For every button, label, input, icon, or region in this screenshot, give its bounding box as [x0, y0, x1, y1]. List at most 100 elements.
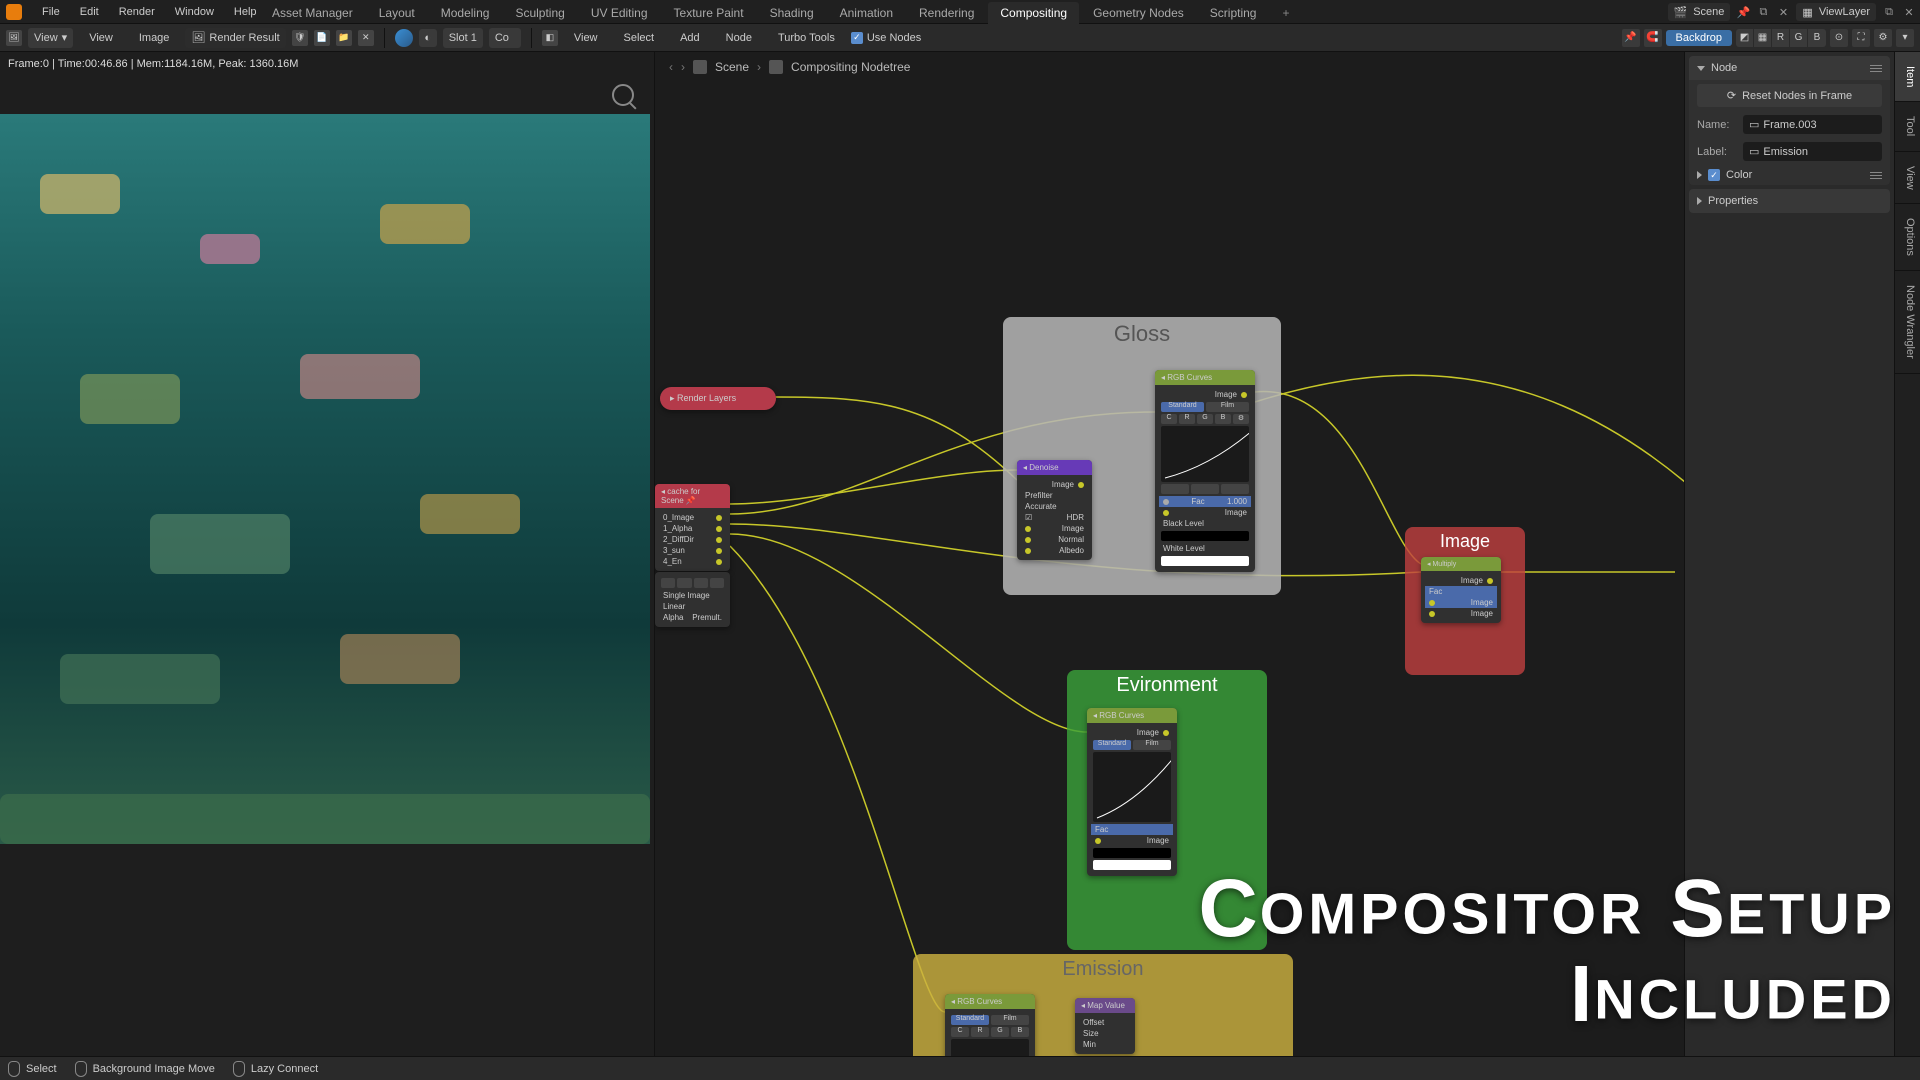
node-env-rgbcurve[interactable]: ◂ RGB Curves Image StandardFilm Fac Imag… [1087, 708, 1177, 876]
node-editor-panel[interactable]: ‹ › Scene › Compositing Nodetree ▸ Rende… [655, 52, 1684, 1056]
workspace-tab-asset-manager[interactable]: Asset Manager [260, 2, 365, 24]
render-result-selector[interactable]: 🖼 Render Result [185, 28, 285, 48]
image-menu[interactable]: Image [129, 26, 180, 50]
workspace-tab-compositing[interactable]: Compositing [988, 2, 1079, 24]
node-header[interactable]: ◂ Map Value [1075, 998, 1135, 1013]
node-input[interactable]: Albedo [1021, 545, 1088, 556]
shield-icon[interactable]: 🛡 [292, 30, 308, 46]
snap-icon[interactable]: 🧲 [1644, 29, 1662, 47]
use-nodes-toggle[interactable]: Use Nodes [851, 32, 921, 44]
close-viewlayer-icon[interactable]: ✕ [1902, 5, 1916, 19]
node-add-menu[interactable]: Add [670, 26, 710, 50]
workspace-tab-rendering[interactable]: Rendering [907, 2, 986, 24]
node-option[interactable]: AlphaPremult. [659, 612, 726, 623]
node-output[interactable]: 2_DiffDir [659, 534, 726, 545]
node-header[interactable]: ◂ Multiply [1421, 557, 1501, 571]
channel-b[interactable]: B [1808, 29, 1826, 47]
node-header[interactable]: ◂ RGB Curves [1087, 708, 1177, 723]
curve-widget[interactable] [1093, 752, 1171, 822]
channel-r[interactable]: R [1772, 29, 1790, 47]
node-editor-icon[interactable]: ◧ [542, 30, 558, 46]
menu-icon[interactable] [1870, 65, 1882, 72]
orientation-icon[interactable] [395, 29, 413, 47]
open-icon[interactable]: 📁 [336, 30, 352, 46]
pin-view-icon[interactable]: 📌 [1622, 29, 1640, 47]
view-menu-2[interactable]: View [79, 26, 123, 50]
breadcrumb-fwd-icon[interactable]: › [681, 60, 685, 74]
workspace-tab-animation[interactable]: Animation [828, 2, 905, 24]
layer-pass[interactable]: Co [489, 28, 521, 48]
copy-viewlayer-icon[interactable]: ⧉ [1882, 5, 1896, 19]
node-emission-mapvalue[interactable]: ◂ Map Value Offset Size Min [1075, 998, 1135, 1054]
pin-icon[interactable]: 📌 [1736, 5, 1750, 19]
node-fac[interactable]: Fac [1091, 824, 1173, 835]
backdrop-toggle[interactable]: Backdrop [1666, 30, 1732, 46]
new-image-icon[interactable]: 📄 [314, 30, 330, 46]
workspace-tab-scripting[interactable]: Scripting [1198, 2, 1269, 24]
channel-g[interactable]: G [1790, 29, 1808, 47]
node-output[interactable]: 4_En [659, 556, 726, 567]
vtab-view[interactable]: View [1895, 152, 1920, 205]
node-field[interactable]: Size [1079, 1028, 1131, 1039]
vtab-item[interactable]: Item [1895, 52, 1920, 102]
node-field[interactable]: Min [1079, 1039, 1131, 1050]
node-input[interactable]: Image [1159, 507, 1251, 518]
viewlayer-selector[interactable]: ▦ ViewLayer [1796, 3, 1876, 21]
workspace-add-button[interactable]: + [1270, 2, 1294, 24]
sidebar-properties-header[interactable]: Properties [1689, 189, 1890, 213]
node-field[interactable]: ☑ HDR [1021, 512, 1088, 523]
slot-selector[interactable]: Slot 1 [443, 28, 483, 48]
overlay-icon[interactable]: ⊙ [1830, 29, 1848, 47]
workspace-tab-sculpting[interactable]: Sculpting [503, 2, 576, 24]
swatch[interactable] [1093, 860, 1171, 870]
dropdown-icon[interactable]: ▾ [1896, 29, 1914, 47]
node-fac[interactable]: Fac [1425, 586, 1497, 597]
pivot-icon[interactable]: ◐ [419, 29, 437, 47]
expand-icon[interactable]: ⛶ [1852, 29, 1870, 47]
node-view-menu[interactable]: View [564, 26, 608, 50]
workspace-tab-texture[interactable]: Texture Paint [662, 2, 756, 24]
breadcrumb-back-icon[interactable]: ‹ [669, 60, 673, 74]
close-scene-icon[interactable]: ✕ [1776, 5, 1790, 19]
white-level-swatch[interactable] [1161, 556, 1249, 566]
swatch[interactable] [1093, 848, 1171, 858]
breadcrumb-scene[interactable]: Scene [715, 60, 749, 74]
node-field[interactable]: Accurate [1021, 501, 1088, 512]
node-output[interactable]: Image [1159, 389, 1251, 400]
workspace-tab-geometry[interactable]: Geometry Nodes [1081, 2, 1196, 24]
node-input[interactable]: Image [1425, 608, 1497, 619]
node-cache[interactable]: ◂ cache for Scene 📌 0_Image 1_Alpha 2_Di… [655, 484, 730, 571]
node-input[interactable]: Normal [1021, 534, 1088, 545]
curve-widget[interactable] [951, 1039, 1029, 1056]
scene-selector[interactable]: 🎬 Scene [1668, 3, 1731, 21]
workspace-tab-layout[interactable]: Layout [367, 2, 427, 24]
vtab-node-wrangler[interactable]: Node Wrangler [1895, 271, 1920, 374]
node-input[interactable]: Image [1425, 597, 1497, 608]
menu-render[interactable]: Render [109, 0, 165, 24]
node-header[interactable]: ◂ RGB Curves [945, 994, 1035, 1009]
menu-edit[interactable]: Edit [70, 0, 109, 24]
view-menu-1[interactable]: View ▾ [28, 28, 73, 48]
node-field[interactable]: Prefilter [1021, 490, 1088, 501]
color-checkbox[interactable] [1708, 169, 1720, 181]
menu-window[interactable]: Window [165, 0, 224, 24]
zoom-icon[interactable] [612, 84, 634, 106]
node-image-layers[interactable]: Single Image Linear AlphaPremult. [655, 572, 730, 627]
black-level-swatch[interactable] [1161, 531, 1249, 541]
chevron-right-icon[interactable] [1697, 171, 1702, 179]
node-emission-rgbcurve[interactable]: ◂ RGB Curves StandardFilm CRGB [945, 994, 1035, 1056]
gear-icon[interactable]: ⚙ [1874, 29, 1892, 47]
use-nodes-checkbox[interactable] [851, 32, 863, 44]
node-rgb-curves[interactable]: ◂ RGB Curves Image StandardFilm CRGB⚙ Fa… [1155, 370, 1255, 572]
node-header[interactable]: ◂ cache for Scene 📌 [655, 484, 730, 508]
node-header[interactable]: ▸ Render Layers [660, 387, 776, 410]
workspace-tab-shading[interactable]: Shading [758, 2, 826, 24]
workspace-tab-uv[interactable]: UV Editing [579, 2, 660, 24]
node-select-menu[interactable]: Select [614, 26, 665, 50]
node-output[interactable]: Image [1091, 727, 1173, 738]
node-multiply[interactable]: ◂ Multiply Image Fac Image Image [1421, 557, 1501, 623]
node-node-menu[interactable]: Node [716, 26, 762, 50]
close-image-icon[interactable]: ✕ [358, 30, 374, 46]
list-icon[interactable] [1870, 172, 1882, 179]
node-output[interactable]: 3_sun [659, 545, 726, 556]
